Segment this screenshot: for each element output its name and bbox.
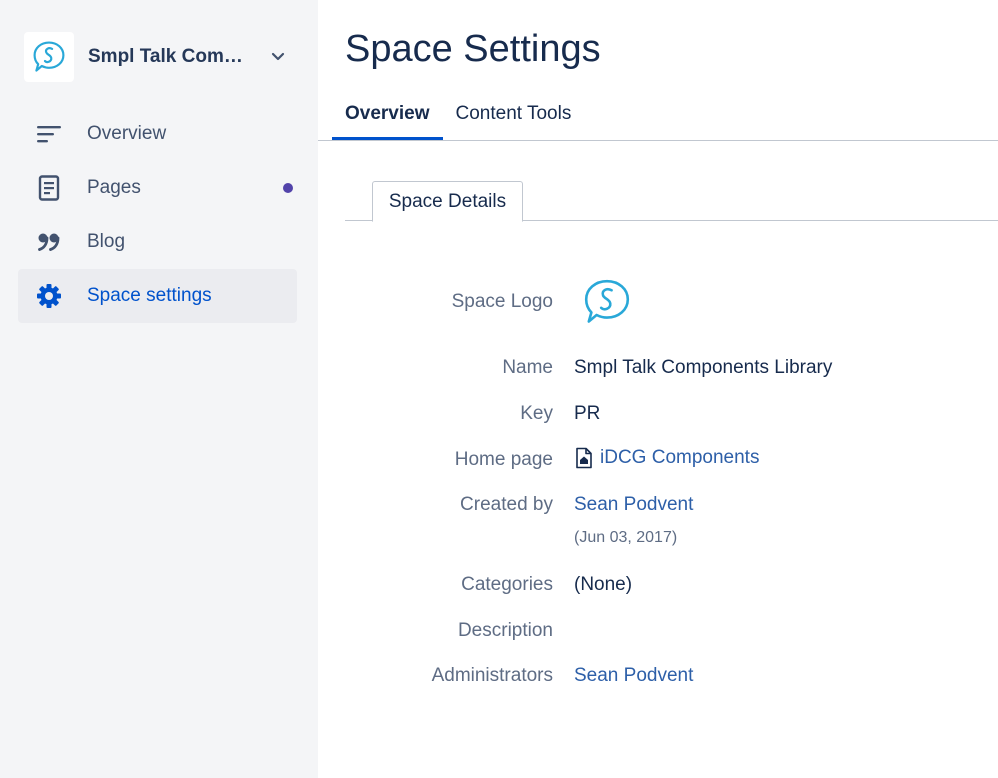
home-page-link[interactable]: iDCG Components	[574, 447, 759, 469]
page-title: Space Settings	[345, 28, 601, 70]
notification-dot	[283, 183, 293, 193]
administrators-label: Administrators	[431, 665, 553, 686]
space-logo-label: Space Logo	[451, 291, 553, 312]
sidebar-item-label: Overview	[87, 123, 167, 144]
sidebar-item-pages[interactable]: Pages	[18, 161, 297, 215]
sidebar-item-space-settings[interactable]: Space settings	[18, 269, 297, 323]
home-page-doc-icon	[574, 447, 594, 469]
tab-bar: Overview Content Tools	[332, 88, 585, 141]
categories-value: (None)	[574, 574, 633, 595]
sidebar-item-label: Space settings	[87, 285, 212, 306]
quote-icon	[36, 229, 62, 255]
overview-lines-icon	[36, 121, 62, 147]
space-avatar	[24, 32, 74, 82]
description-label: Description	[457, 620, 553, 641]
space-switcher[interactable]: Smpl Talk Components Library	[24, 32, 294, 82]
sidebar-item-label: Pages	[87, 177, 141, 198]
home-page-link-text[interactable]: iDCG Components	[600, 447, 759, 469]
name-value: Smpl Talk Components Library	[574, 357, 833, 378]
space-logo	[580, 276, 634, 334]
sidebar-item-overview[interactable]: Overview	[18, 107, 297, 161]
speech-bubble-logo-icon	[584, 279, 630, 323]
home-page-label: Home page	[454, 449, 553, 470]
categories-label: Categories	[461, 574, 553, 595]
page-icon	[36, 175, 62, 201]
space-name: Smpl Talk Components Library	[88, 46, 248, 67]
administrators-link[interactable]: Sean Podvent	[574, 665, 693, 687]
tab-content-tools[interactable]: Content Tools	[443, 88, 585, 140]
name-label: Name	[502, 357, 553, 378]
tab-space-details[interactable]: Space Details	[372, 181, 523, 222]
created-date: (Jun 03, 2017)	[574, 529, 678, 546]
created-by-label: Created by	[460, 494, 553, 515]
sidebar-nav: Overview Pages Blog Space settings	[18, 107, 297, 323]
tab-divider	[318, 140, 998, 141]
gear-icon	[36, 283, 62, 309]
speech-bubble-logo-icon	[33, 41, 65, 72]
sidebar-item-label: Blog	[87, 231, 126, 252]
key-value: PR	[574, 403, 601, 424]
key-label: Key	[520, 403, 553, 424]
main-content: Space Settings Overview Content Tools Sp…	[318, 0, 998, 778]
tab-overview[interactable]: Overview	[332, 88, 443, 141]
sidebar: Smpl Talk Components Library Overview	[0, 0, 318, 778]
created-by-link[interactable]: Sean Podvent	[574, 494, 693, 516]
sidebar-item-blog[interactable]: Blog	[18, 215, 297, 269]
chevron-down-icon[interactable]	[268, 47, 288, 67]
